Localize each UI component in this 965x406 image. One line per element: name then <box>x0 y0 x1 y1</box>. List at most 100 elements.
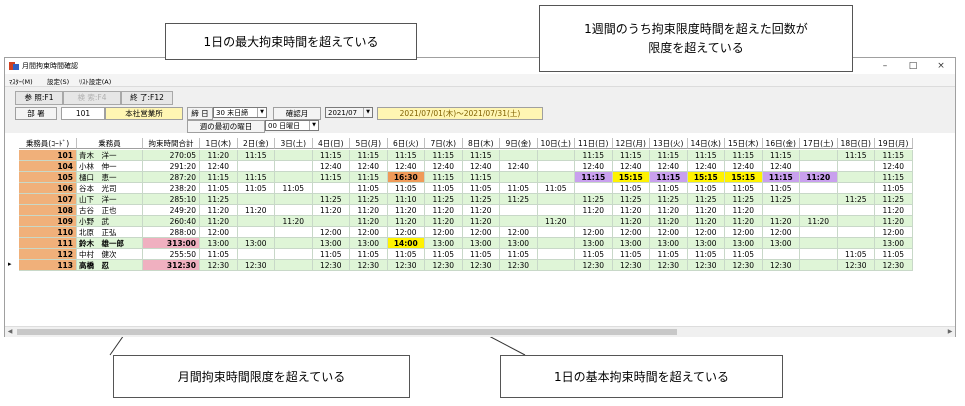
day-time-cell[interactable]: 11:20 <box>762 216 800 227</box>
column-header[interactable]: 2日(金) <box>237 138 275 149</box>
day-time-cell[interactable]: 11:25 <box>725 194 763 205</box>
day-time-cell[interactable]: 12:40 <box>312 161 350 172</box>
day-time-cell[interactable]: 11:05 <box>725 249 763 260</box>
day-time-cell[interactable]: 11:20 <box>275 216 313 227</box>
day-time-cell[interactable]: 12:40 <box>650 161 688 172</box>
day-time-cell[interactable]: 11:10 <box>387 194 425 205</box>
driver-name-cell[interactable]: 谷本 光司 <box>77 183 143 194</box>
day-time-cell[interactable] <box>837 161 875 172</box>
day-time-cell[interactable]: 12:30 <box>875 260 913 271</box>
day-time-cell[interactable]: 12:00 <box>612 227 650 238</box>
driver-code-cell[interactable]: 106 <box>19 183 77 194</box>
scroll-left-icon[interactable]: ◀ <box>5 327 15 337</box>
day-time-cell[interactable]: 13:00 <box>650 238 688 249</box>
day-time-cell[interactable]: 11:20 <box>612 216 650 227</box>
close-button[interactable]: × <box>927 58 955 74</box>
day-time-cell[interactable] <box>837 205 875 216</box>
day-time-cell[interactable]: 12:30 <box>575 260 613 271</box>
day-time-cell[interactable]: 11:15 <box>650 150 688 161</box>
day-time-cell[interactable]: 11:05 <box>312 249 350 260</box>
day-time-cell[interactable]: 12:30 <box>837 260 875 271</box>
day-time-cell[interactable]: 11:20 <box>312 205 350 216</box>
exit-button[interactable]: 終 了:F12 <box>121 91 173 105</box>
day-time-cell[interactable]: 11:15 <box>350 150 388 161</box>
day-time-cell[interactable]: 11:05 <box>462 249 500 260</box>
column-header[interactable]: 1日(木) <box>200 138 238 149</box>
menu-master[interactable]: ﾏｽﾀｰ(M) <box>9 76 33 86</box>
dept-code-field[interactable]: 101 <box>61 107 105 120</box>
day-time-cell[interactable]: 12:00 <box>725 227 763 238</box>
reference-button[interactable]: 参 照:F1 <box>15 91 63 105</box>
day-time-cell[interactable]: 11:20 <box>875 216 913 227</box>
day-time-cell[interactable]: 11:05 <box>425 183 463 194</box>
day-time-cell[interactable]: 11:25 <box>762 194 800 205</box>
day-time-cell[interactable]: 11:20 <box>687 216 725 227</box>
day-time-cell[interactable]: 12:40 <box>500 161 538 172</box>
day-time-cell[interactable]: 11:20 <box>350 216 388 227</box>
column-header[interactable]: 12日(月) <box>612 138 650 149</box>
day-time-cell[interactable]: 11:15 <box>612 150 650 161</box>
column-header[interactable]: 拘束時間合計 <box>143 138 200 149</box>
day-time-cell[interactable] <box>275 205 313 216</box>
day-time-cell[interactable] <box>275 172 313 183</box>
day-time-cell[interactable]: 11:05 <box>575 249 613 260</box>
column-header[interactable]: 13日(火) <box>650 138 688 149</box>
day-time-cell[interactable]: 12:30 <box>350 260 388 271</box>
day-time-cell[interactable]: 11:20 <box>875 205 913 216</box>
day-time-cell[interactable]: 16:30 <box>387 172 425 183</box>
day-time-cell[interactable]: 12:00 <box>350 227 388 238</box>
day-time-cell[interactable]: 12:40 <box>425 161 463 172</box>
day-time-cell[interactable]: 12:40 <box>200 161 238 172</box>
day-time-cell[interactable]: 13:00 <box>762 238 800 249</box>
day-time-cell[interactable] <box>275 227 313 238</box>
day-time-cell[interactable]: 12:30 <box>500 260 538 271</box>
minimize-button[interactable]: – <box>871 58 899 74</box>
total-time-cell[interactable]: 313:00 <box>143 238 200 249</box>
day-time-cell[interactable]: 12:40 <box>575 161 613 172</box>
day-time-cell[interactable] <box>537 194 575 205</box>
day-time-cell[interactable] <box>237 194 275 205</box>
day-time-cell[interactable]: 12:30 <box>462 260 500 271</box>
day-time-cell[interactable]: 13:00 <box>875 238 913 249</box>
total-time-cell[interactable]: 255:50 <box>143 249 200 260</box>
scroll-right-icon[interactable]: ▶ <box>945 327 955 337</box>
day-time-cell[interactable]: 12:40 <box>875 161 913 172</box>
day-time-cell[interactable]: 12:30 <box>725 260 763 271</box>
day-time-cell[interactable]: 11:05 <box>650 183 688 194</box>
column-header[interactable]: 4日(日) <box>312 138 350 149</box>
menu-settings[interactable]: 設定(S) <box>47 76 69 86</box>
column-header[interactable]: 11日(日) <box>575 138 613 149</box>
day-time-cell[interactable] <box>837 183 875 194</box>
day-time-cell[interactable]: 11:05 <box>875 249 913 260</box>
day-time-cell[interactable]: 11:05 <box>612 249 650 260</box>
day-time-cell[interactable]: 12:40 <box>387 161 425 172</box>
day-time-cell[interactable] <box>800 194 838 205</box>
day-time-cell[interactable] <box>837 216 875 227</box>
day-time-cell[interactable]: 12:30 <box>650 260 688 271</box>
day-time-cell[interactable]: 15:15 <box>725 172 763 183</box>
day-time-cell[interactable] <box>800 238 838 249</box>
day-time-cell[interactable] <box>800 183 838 194</box>
day-time-cell[interactable] <box>312 183 350 194</box>
day-time-cell[interactable] <box>537 249 575 260</box>
day-time-cell[interactable]: 11:20 <box>800 216 838 227</box>
day-time-cell[interactable] <box>237 249 275 260</box>
day-time-cell[interactable]: 11:15 <box>837 150 875 161</box>
day-time-cell[interactable]: 12:00 <box>687 227 725 238</box>
day-time-cell[interactable]: 11:20 <box>462 205 500 216</box>
day-time-cell[interactable]: 11:05 <box>387 183 425 194</box>
day-time-cell[interactable]: 11:05 <box>350 249 388 260</box>
day-time-cell[interactable]: 13:00 <box>425 238 463 249</box>
day-time-cell[interactable]: 12:00 <box>462 227 500 238</box>
day-time-cell[interactable] <box>537 238 575 249</box>
horizontal-scrollbar[interactable]: ◀ ▶ <box>5 326 955 337</box>
driver-name-cell[interactable]: 北原 正弘 <box>77 227 143 238</box>
day-time-cell[interactable]: 11:05 <box>650 249 688 260</box>
menu-list-settings[interactable]: ﾘｽﾄ設定(A) <box>79 76 111 86</box>
day-time-cell[interactable]: 12:00 <box>425 227 463 238</box>
day-time-cell[interactable] <box>800 205 838 216</box>
day-time-cell[interactable] <box>800 150 838 161</box>
column-header[interactable]: 19日(月) <box>875 138 913 149</box>
day-time-cell[interactable]: 12:00 <box>575 227 613 238</box>
day-time-cell[interactable]: 12:40 <box>725 161 763 172</box>
